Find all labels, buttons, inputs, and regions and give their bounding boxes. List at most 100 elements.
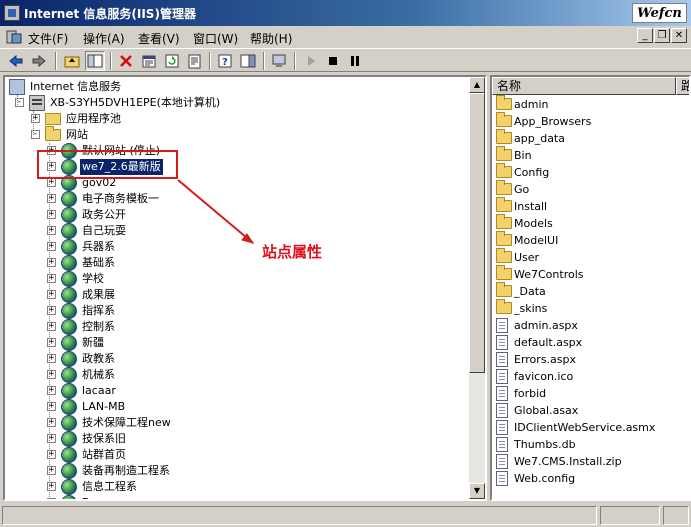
- tree-site-node[interactable]: + 电子商务模板一: [5, 191, 465, 207]
- mdi-close-icon[interactable]: ✕: [671, 28, 687, 43]
- list-item-label: forbid: [514, 387, 547, 400]
- scroll-up-icon[interactable]: ▲: [469, 77, 485, 93]
- column-header-name[interactable]: 名称: [492, 77, 676, 95]
- mdi-minimize-icon[interactable]: _: [637, 28, 653, 43]
- list-item-folder[interactable]: admin: [494, 95, 687, 113]
- list-item-folder[interactable]: User: [494, 248, 687, 266]
- tree-site-node[interactable]: + 控制系: [5, 319, 465, 335]
- list-item-folder[interactable]: Install: [494, 197, 687, 215]
- start-icon[interactable]: [301, 51, 321, 71]
- tree-site-node[interactable]: + 政务公开: [5, 207, 465, 223]
- scroll-thumb[interactable]: [469, 93, 485, 373]
- tree-site-node[interactable]: +Bona: [5, 495, 465, 499]
- tree-server-node[interactable]: - XB-S3YH5DVH1EPE(本地计算机): [5, 95, 465, 111]
- tree-app-pools-node[interactable]: + 应用程序池: [5, 111, 465, 127]
- tree-site-node[interactable]: + 政教系: [5, 351, 465, 367]
- toolbar: ?: [0, 48, 691, 72]
- tree-site-node[interactable]: + 新疆: [5, 335, 465, 351]
- pause-icon[interactable]: [345, 51, 365, 71]
- folder-icon: [496, 248, 512, 263]
- show-hide-tree-icon[interactable]: [85, 51, 105, 71]
- help-icon[interactable]: ?: [215, 51, 235, 71]
- mdi-restore-icon[interactable]: ❐: [654, 28, 670, 43]
- tree-node-label: 装备再制造工程系: [82, 464, 170, 477]
- website-globe-icon: [61, 415, 77, 431]
- tree-node-label: 站群首页: [82, 448, 126, 461]
- menu-bar: 文件(F) 操作(A) 查看(V) 窗口(W) 帮助(H) _ ❐ ✕: [0, 26, 691, 48]
- list-item-folder[interactable]: _skins: [494, 299, 687, 317]
- folder-icon: [496, 265, 512, 280]
- list-item-file[interactable]: IDClientWebService.asmx: [494, 419, 687, 436]
- list-item-folder[interactable]: _Data: [494, 282, 687, 300]
- menu-view[interactable]: 查看(V): [138, 30, 180, 47]
- toolbar-separator: [209, 52, 211, 70]
- list-item-folder[interactable]: Bin: [494, 146, 687, 164]
- tree-websites-node[interactable]: - 网站: [5, 126, 465, 143]
- list-item-file[interactable]: admin.aspx: [494, 317, 687, 334]
- tree-site-node[interactable]: + 学校: [5, 271, 465, 287]
- menu-window[interactable]: 窗口(W): [193, 30, 238, 47]
- list-item-label: IDClientWebService.asmx: [514, 421, 656, 434]
- tree-root-node[interactable]: Internet 信息服务: [5, 79, 465, 95]
- title-bar[interactable]: Internet 信息服务(IIS)管理器 Wefcn: [0, 0, 691, 26]
- tree-scrollbar[interactable]: ▲ ▼: [469, 77, 485, 499]
- list-item-file[interactable]: Web.config: [494, 470, 687, 487]
- list-pane[interactable]: 名称 路 admin App_Browsers app_data Bin Config G…: [490, 75, 691, 501]
- list-item-folder[interactable]: app_data: [494, 129, 687, 147]
- list-item-file[interactable]: default.aspx: [494, 334, 687, 351]
- tree-site-node[interactable]: + 指挥系: [5, 303, 465, 319]
- menu-help[interactable]: 帮助(H): [250, 30, 292, 47]
- tree-site-node[interactable]: + 站群首页: [5, 447, 465, 463]
- tree-pane[interactable]: Internet 信息服务 - XB-S3YH5DVH1EPE(本地计算机) + 应用程…: [3, 75, 487, 501]
- back-arrow-icon[interactable]: [6, 51, 26, 71]
- list-item-file[interactable]: We7.CMS.Install.zip: [494, 453, 687, 470]
- tree-site-node[interactable]: + 自己玩耍: [5, 223, 465, 239]
- scroll-down-icon[interactable]: ▼: [469, 483, 485, 499]
- action-pane-icon[interactable]: [238, 51, 258, 71]
- tree-site-node[interactable]: + 成果展: [5, 287, 465, 303]
- list-item-folder[interactable]: We7Controls: [494, 265, 687, 283]
- tree-site-node[interactable]: + 技保系旧: [5, 431, 465, 447]
- mmc-console-icon[interactable]: [6, 29, 22, 45]
- delete-icon[interactable]: [116, 51, 136, 71]
- tree-site-node[interactable]: + 机械系: [5, 367, 465, 383]
- list-item-file[interactable]: Errors.aspx: [494, 351, 687, 368]
- file-icon: [496, 454, 508, 469]
- list-item-label: Global.asax: [514, 404, 579, 417]
- tree-site-node[interactable]: + 基础系: [5, 255, 465, 271]
- folder-icon: [496, 180, 512, 195]
- menu-action[interactable]: 操作(A): [83, 30, 125, 47]
- column-header-path[interactable]: 路: [676, 77, 689, 95]
- tree-site-node[interactable]: + 信息工程系: [5, 479, 465, 495]
- list-item-file[interactable]: Global.asax: [494, 402, 687, 419]
- export-list-icon[interactable]: [185, 51, 205, 71]
- website-globe-icon: [61, 447, 77, 463]
- tree-site-node[interactable]: + 技术保障工程new: [5, 415, 465, 431]
- tree-site-node[interactable]: + 兵器系: [5, 239, 465, 255]
- list-item-folder[interactable]: Models: [494, 214, 687, 232]
- tree-site-node[interactable]: + LAN-MB: [5, 399, 465, 415]
- up-one-level-icon[interactable]: [62, 51, 82, 71]
- forward-arrow-icon[interactable]: [29, 51, 49, 71]
- list-item-file[interactable]: favicon.ico: [494, 368, 687, 385]
- list-item-folder[interactable]: Config: [494, 163, 687, 181]
- properties-icon[interactable]: [139, 51, 159, 71]
- website-globe-icon: [61, 303, 77, 319]
- tree-site-node[interactable]: + lacaar: [5, 383, 465, 399]
- list-item-label: Errors.aspx: [514, 353, 577, 366]
- website-globe-icon: [61, 367, 77, 383]
- stop-icon[interactable]: [323, 51, 343, 71]
- websites-folder-icon: [45, 126, 61, 141]
- list-item-folder[interactable]: Go: [494, 180, 687, 198]
- list-item-file[interactable]: Thumbs.db: [494, 436, 687, 453]
- tree-site-node[interactable]: + 装备再制造工程系: [5, 463, 465, 479]
- refresh-icon[interactable]: [162, 51, 182, 71]
- list-item-folder[interactable]: App_Browsers: [494, 112, 687, 130]
- status-bar: [0, 503, 691, 527]
- list-item-file[interactable]: forbid: [494, 385, 687, 402]
- menu-file[interactable]: 文件(F): [28, 30, 68, 47]
- list-item-folder[interactable]: ModelUI: [494, 231, 687, 249]
- iis-app-icon[interactable]: [4, 5, 20, 21]
- website-globe-icon: [61, 255, 77, 271]
- connect-computer-icon[interactable]: [269, 51, 289, 71]
